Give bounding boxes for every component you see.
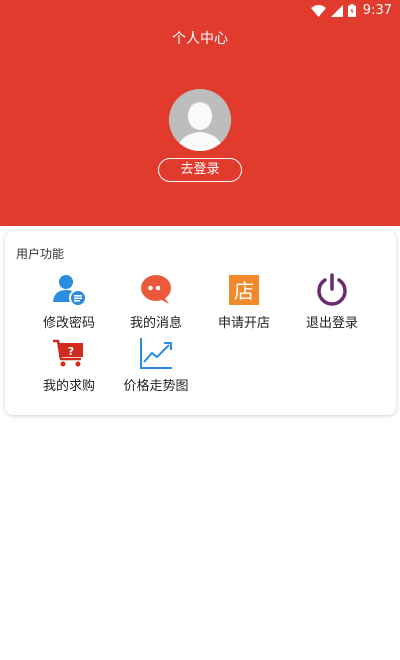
logout-button[interactable]: 退出登录 <box>288 272 376 338</box>
section-title: 用户功能 <box>16 247 65 261</box>
user-edit-icon <box>51 272 87 308</box>
shop-icon: 店 <box>226 272 262 308</box>
login-button[interactable]: 去登录 <box>158 158 242 182</box>
function-label: 修改密码 <box>42 316 95 331</box>
power-icon <box>314 272 350 308</box>
default-avatar-icon[interactable] <box>169 89 231 151</box>
my-messages-button[interactable]: 我的消息 <box>112 272 200 338</box>
price-trend-button[interactable]: 价格走势图 <box>112 335 200 401</box>
trend-chart-icon <box>138 335 174 371</box>
my-purchase-requests-button[interactable]: ? 我的求购 <box>25 335 113 401</box>
battery-icon <box>347 4 356 17</box>
function-label: 我的消息 <box>129 316 182 331</box>
message-bubble-icon <box>138 272 174 308</box>
function-label: 申请开店 <box>217 316 270 331</box>
function-label: 退出登录 <box>305 316 358 331</box>
function-label: 我的求购 <box>42 379 95 394</box>
wifi-icon <box>310 4 326 17</box>
svg-text:店: 店 <box>234 279 254 303</box>
profile-header: 9:37 个人中心 去登录 <box>0 0 400 226</box>
function-label: 价格走势图 <box>123 379 189 394</box>
svg-text:?: ? <box>68 345 74 358</box>
user-functions-card: 用户功能 修改密码 我的消息 店 申请开店 退出登录 ? 我的求购 价格走势图 <box>5 231 396 415</box>
change-password-button[interactable]: 修改密码 <box>25 272 113 338</box>
status-bar: 9:37 <box>0 0 400 22</box>
signal-icon <box>330 4 343 17</box>
status-time: 9:37 <box>362 3 392 18</box>
shopping-cart-question-icon: ? <box>51 335 87 371</box>
apply-shop-button[interactable]: 店 申请开店 <box>200 272 288 338</box>
page-title: 个人中心 <box>172 31 228 47</box>
